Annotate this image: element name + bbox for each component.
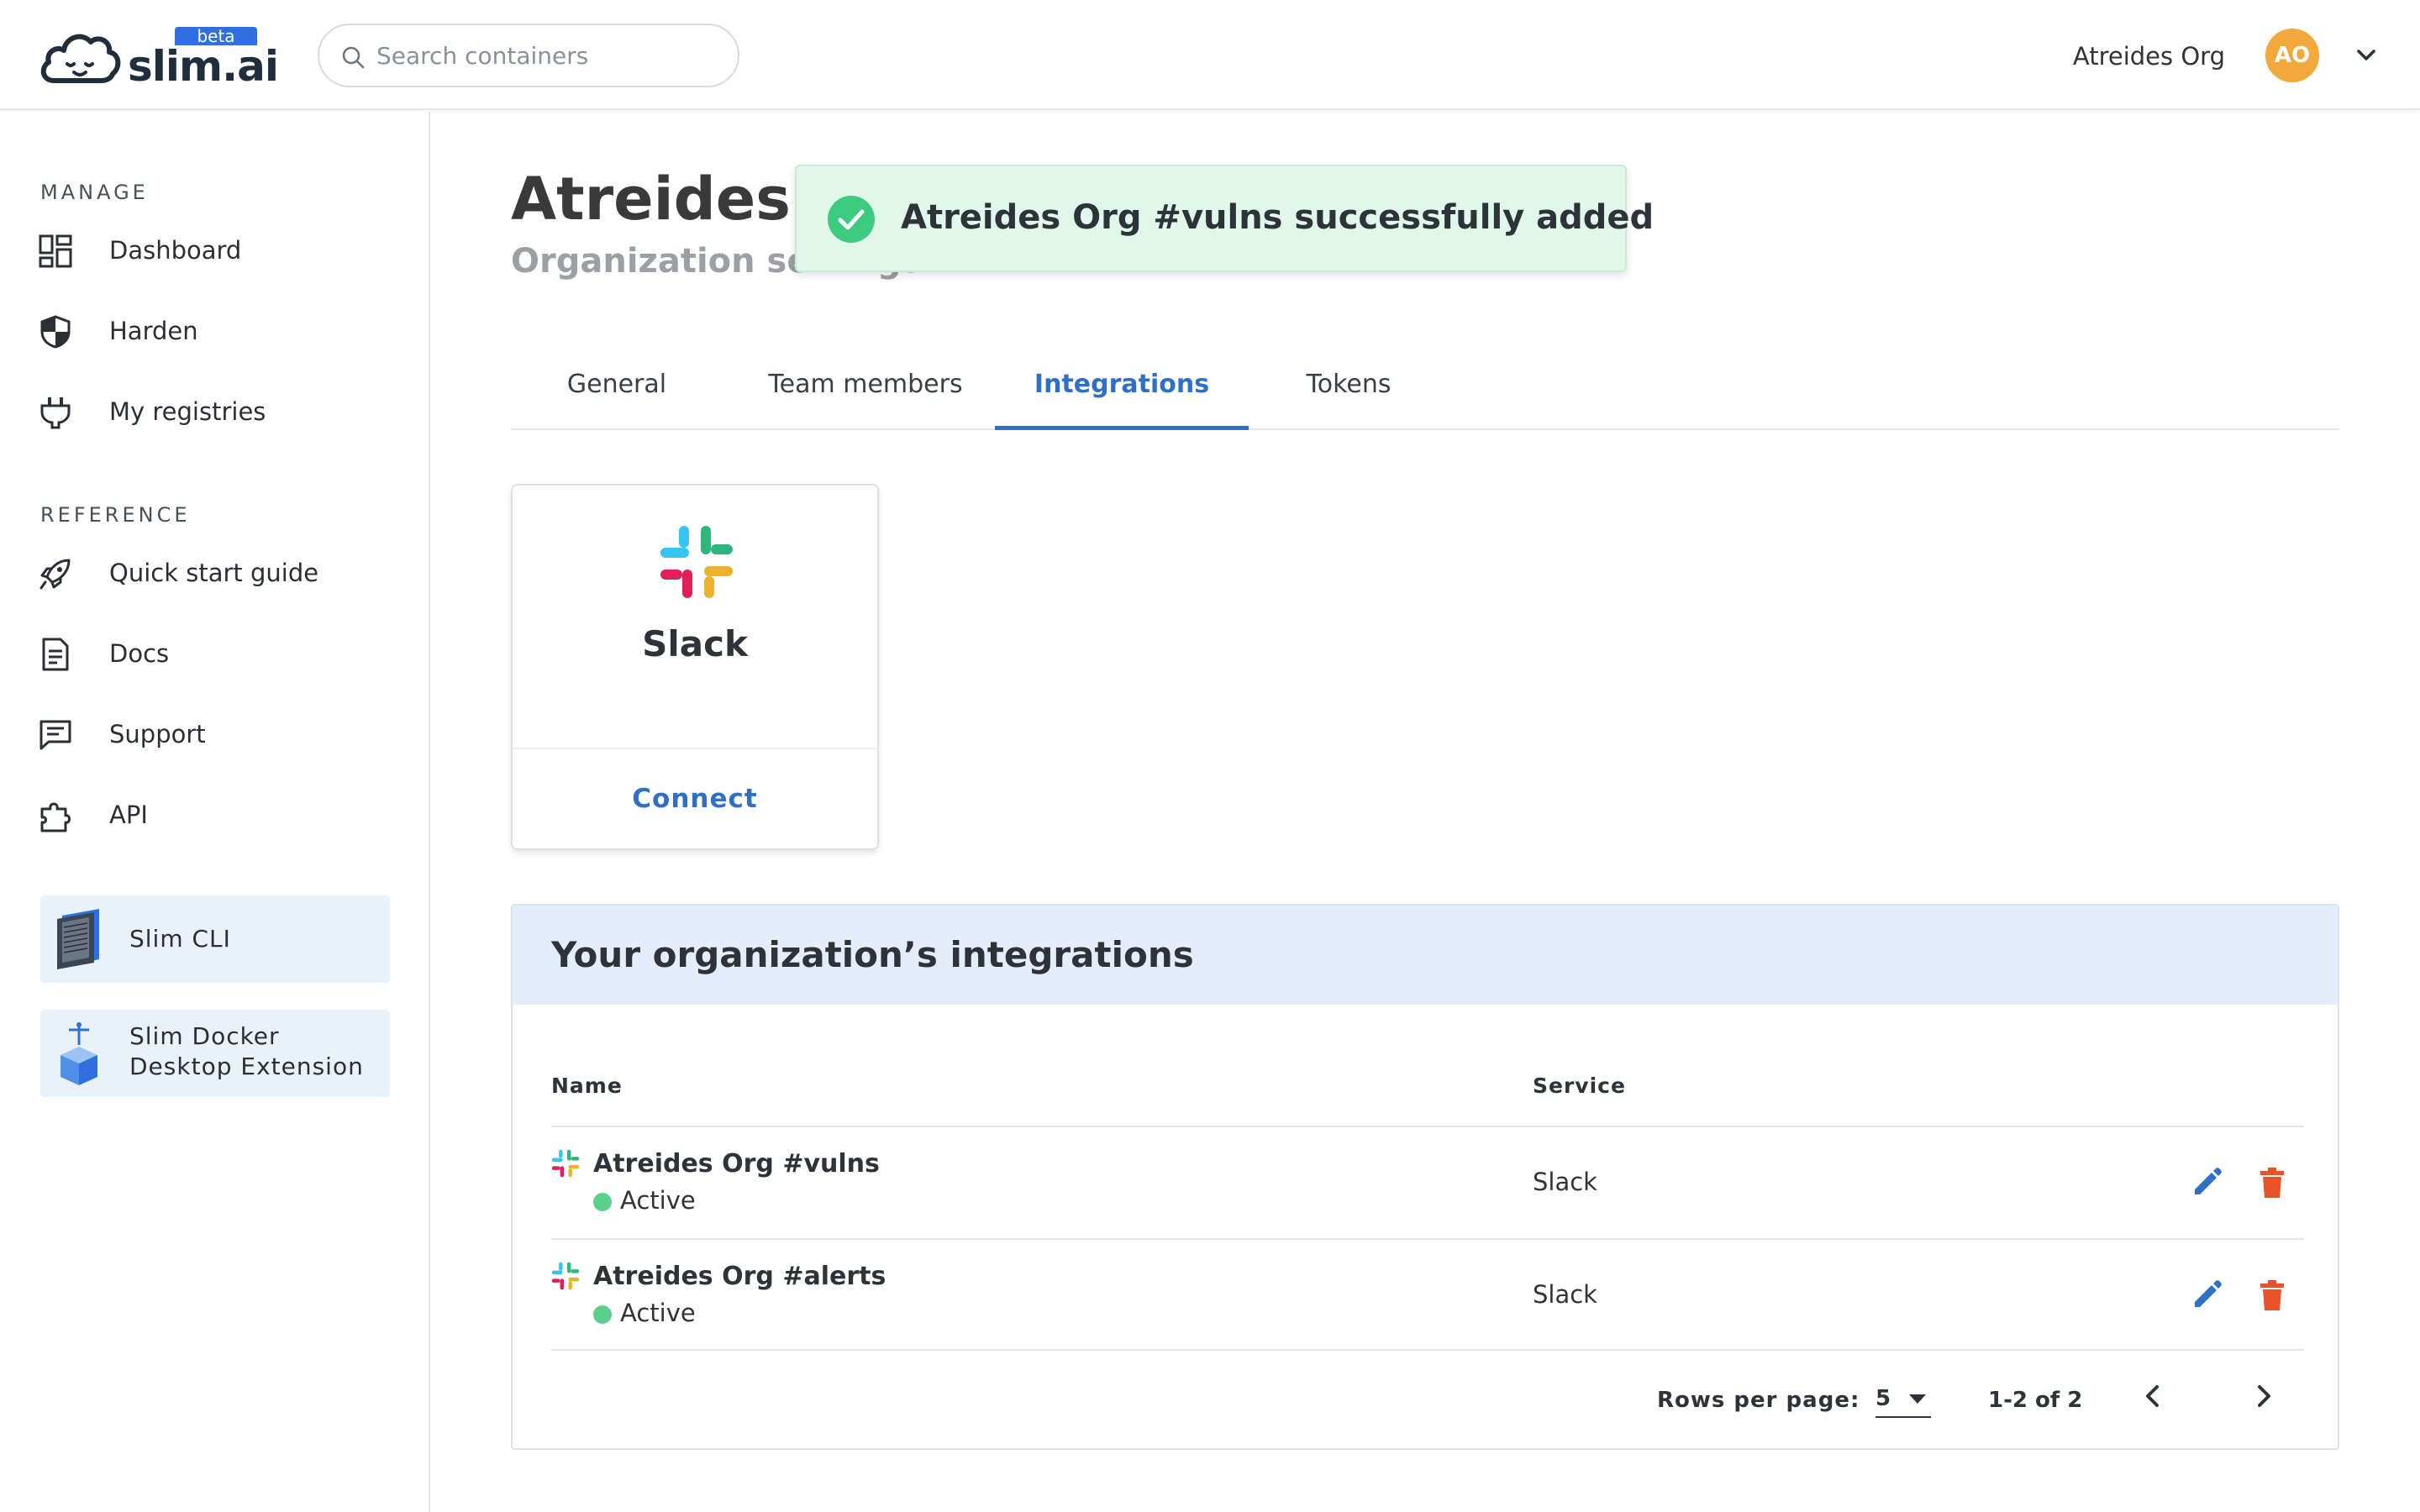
status-indicator bbox=[593, 1305, 612, 1324]
chat-icon bbox=[39, 720, 71, 750]
logo-text: slim.ai bbox=[128, 42, 279, 91]
tab-tokens[interactable]: Tokens bbox=[1270, 361, 1427, 430]
slack-logo-icon bbox=[660, 526, 733, 598]
sidebar-item-label: Docs bbox=[109, 639, 170, 668]
slim-docker-extension-promo[interactable]: Slim Docker Desktop Extension bbox=[40, 1010, 390, 1097]
table-row[interactable]: Atreides Org #alerts Active Slack bbox=[551, 1238, 2304, 1351]
panel-title: Your organization’s integrations bbox=[551, 934, 1194, 975]
sidebar-item-label: Dashboard bbox=[109, 236, 242, 265]
cloud-logo-icon bbox=[40, 34, 121, 83]
slim-cli-promo[interactable]: Slim CLI bbox=[40, 895, 390, 983]
card-title: Slack bbox=[642, 623, 748, 664]
dashboard-icon bbox=[39, 234, 72, 268]
terminal-icon bbox=[57, 909, 99, 969]
toast-message: Atreides Org #vulns successfully added bbox=[901, 198, 1655, 237]
sidebar-item-docs[interactable]: Docs bbox=[39, 629, 392, 680]
chevron-left-icon[interactable] bbox=[2138, 1381, 2168, 1411]
chevron-right-icon[interactable] bbox=[2249, 1381, 2279, 1411]
sidebar-item-label: My registries bbox=[109, 397, 266, 426]
sidebar-item-my-registries[interactable]: My registries bbox=[39, 387, 392, 438]
top-bar: beta slim.ai Atreides Org AO bbox=[0, 0, 2420, 110]
sidebar-item-support[interactable]: Support bbox=[39, 710, 392, 760]
sidebar-item-harden[interactable]: Harden bbox=[39, 307, 392, 357]
promo-label-line-1: Slim Docker bbox=[129, 1022, 280, 1050]
promo-label: Slim CLI bbox=[129, 925, 231, 953]
avatar[interactable]: AO bbox=[2265, 29, 2319, 82]
check-circle-icon bbox=[828, 196, 875, 243]
sidebar-item-label: API bbox=[109, 801, 148, 829]
search-input[interactable] bbox=[376, 37, 721, 74]
edit-icon[interactable] bbox=[2190, 1278, 2223, 1312]
document-icon bbox=[42, 638, 69, 671]
integration-name: Atreides Org #alerts bbox=[593, 1262, 886, 1291]
sidebar-item-label: Harden bbox=[109, 317, 198, 345]
search-icon bbox=[342, 46, 365, 69]
promo-label-line-2: Desktop Extension bbox=[129, 1053, 364, 1080]
delete-icon[interactable] bbox=[2257, 1166, 2287, 1200]
puzzle-icon bbox=[40, 802, 71, 832]
search-box[interactable] bbox=[318, 24, 739, 87]
docker-box-icon bbox=[60, 1022, 97, 1085]
delete-icon[interactable] bbox=[2257, 1278, 2287, 1312]
tab-integrations[interactable]: Integrations bbox=[995, 361, 1249, 430]
integration-service: Slack bbox=[1533, 1168, 1597, 1196]
settings-tabs: General Team members Integrations Tokens bbox=[511, 361, 2339, 430]
sidebar: MANAGE Dashboard Harden My registries RE… bbox=[0, 112, 430, 1512]
sidebar-item-label: Quick start guide bbox=[109, 559, 319, 587]
integration-service: Slack bbox=[1533, 1280, 1597, 1309]
table-divider bbox=[551, 1349, 2304, 1351]
org-menu[interactable]: Atreides Org AO bbox=[2073, 27, 2378, 84]
caret-down-icon bbox=[1909, 1394, 1926, 1404]
rows-per-page-value: 5 bbox=[1876, 1386, 1891, 1411]
sidebar-item-quick-start-guide[interactable]: Quick start guide bbox=[39, 549, 392, 599]
manage-section-label: MANAGE bbox=[40, 181, 149, 204]
slack-logo-icon bbox=[551, 1149, 580, 1178]
status-indicator bbox=[593, 1193, 612, 1211]
connect-button[interactable]: Connect bbox=[513, 749, 877, 848]
status-text: Active bbox=[620, 1299, 696, 1327]
org-name: Atreides Org bbox=[2072, 42, 2225, 71]
tab-general[interactable]: General bbox=[528, 361, 706, 430]
rocket-icon bbox=[39, 559, 71, 590]
table-row[interactable]: Atreides Org #vulns Active Slack bbox=[551, 1126, 2304, 1238]
tab-team-members[interactable]: Team members bbox=[728, 361, 1003, 430]
column-header-name[interactable]: Name bbox=[551, 1074, 623, 1098]
pagination-range: 1-2 of 2 bbox=[1988, 1388, 2083, 1413]
panel-header: Your organization’s integrations bbox=[513, 906, 2338, 1005]
status-text: Active bbox=[620, 1186, 696, 1215]
column-header-service[interactable]: Service bbox=[1533, 1074, 1626, 1098]
rows-per-page-label: Rows per page: bbox=[1657, 1388, 1860, 1413]
success-toast: Atreides Org #vulns successfully added bbox=[795, 165, 1654, 272]
slack-integration-card: Slack Connect bbox=[511, 484, 879, 850]
sidebar-item-label: Support bbox=[109, 720, 206, 748]
reference-section-label: REFERENCE bbox=[40, 503, 191, 527]
sidebar-item-api[interactable]: API bbox=[39, 790, 392, 841]
shield-icon bbox=[40, 315, 71, 349]
chevron-down-icon[interactable] bbox=[2354, 44, 2378, 67]
integrations-panel: Your organization’s integrations Name Se… bbox=[511, 904, 2339, 1450]
integration-name: Atreides Org #vulns bbox=[593, 1149, 880, 1179]
plug-icon bbox=[40, 397, 71, 429]
slim-ai-logo[interactable]: beta slim.ai bbox=[39, 27, 279, 91]
slack-logo-icon bbox=[551, 1262, 580, 1290]
rows-per-page-select[interactable]: 5 bbox=[1876, 1378, 1931, 1418]
edit-icon[interactable] bbox=[2190, 1166, 2223, 1200]
sidebar-item-dashboard[interactable]: Dashboard bbox=[39, 226, 392, 276]
